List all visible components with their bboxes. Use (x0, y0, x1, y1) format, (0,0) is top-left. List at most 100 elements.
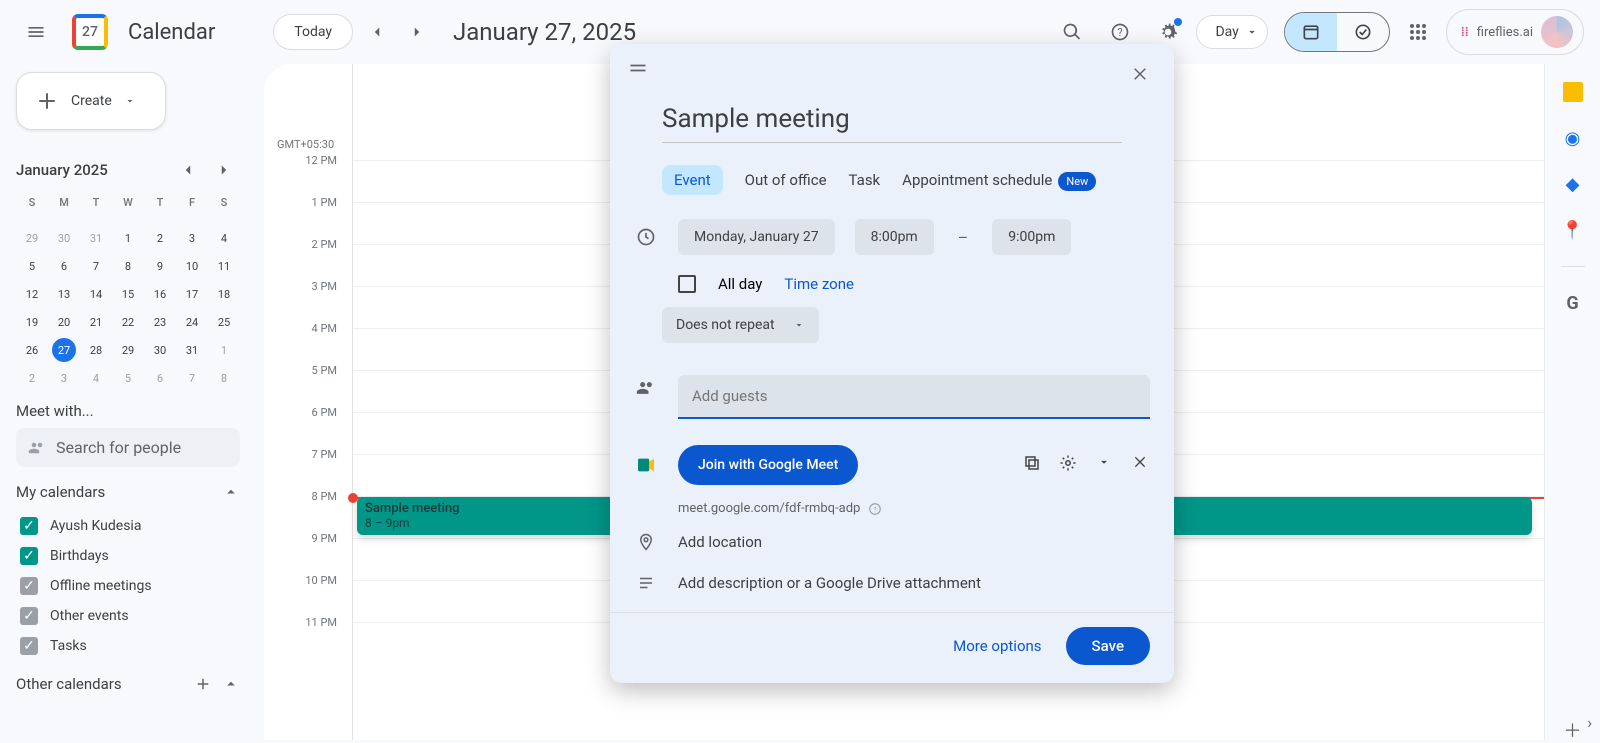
mini-day[interactable]: 27 (52, 338, 76, 362)
mini-day[interactable]: 8 (212, 366, 236, 390)
mini-day[interactable]: 10 (180, 254, 204, 278)
mini-day[interactable]: 5 (116, 366, 140, 390)
add-panel-icon[interactable]: ＋ (1563, 720, 1583, 740)
hide-panel-icon[interactable]: › (1587, 713, 1592, 732)
add-description[interactable]: Add description or a Google Drive attach… (678, 574, 981, 592)
fireflies-extension-button[interactable]: ⁞⁞ fireflies.ai (1446, 9, 1584, 55)
join-meet-button[interactable]: Join with Google Meet (678, 445, 858, 485)
mini-day[interactable]: 7 (180, 366, 204, 390)
calendar-checkbox[interactable]: ✓ (20, 607, 38, 625)
mini-day[interactable]: 25 (212, 310, 236, 334)
mini-day[interactable]: 6 (52, 254, 76, 278)
mini-day[interactable]: 15 (116, 282, 140, 306)
mini-day[interactable]: 8 (116, 254, 140, 278)
view-dropdown[interactable]: Day (1196, 15, 1267, 49)
mini-day[interactable]: 30 (148, 338, 172, 362)
mini-day[interactable]: 29 (116, 338, 140, 362)
mini-day[interactable]: 4 (84, 366, 108, 390)
tab-out-of-office[interactable]: Out of office (745, 171, 827, 189)
close-popup-icon[interactable] (1124, 58, 1156, 90)
event-title-input[interactable] (662, 100, 1122, 143)
mini-day[interactable]: 5 (20, 254, 44, 278)
date-chip[interactable]: Monday, January 27 (678, 219, 835, 255)
create-button[interactable]: Create (16, 72, 166, 130)
add-calendar-icon[interactable] (194, 675, 212, 693)
repeat-dropdown[interactable]: Does not repeat (662, 307, 819, 343)
mini-day[interactable]: 29 (20, 226, 44, 250)
mini-day[interactable]: 4 (212, 226, 236, 250)
contacts-icon[interactable]: ◆ (1563, 174, 1583, 194)
guests-input[interactable] (678, 375, 1150, 419)
save-button[interactable]: Save (1066, 627, 1150, 665)
tab-appointment[interactable]: Appointment scheduleNew (902, 171, 1096, 189)
add-location[interactable]: Add location (678, 533, 762, 551)
mini-day[interactable]: 3 (52, 366, 76, 390)
keep-icon[interactable] (1563, 82, 1583, 102)
calendar-view-toggle[interactable] (1285, 13, 1337, 51)
mini-day[interactable]: 21 (84, 310, 108, 334)
mini-day[interactable]: 2 (20, 366, 44, 390)
drag-handle-icon[interactable] (628, 58, 652, 82)
copy-meet-icon[interactable] (1022, 454, 1042, 476)
mini-day[interactable]: 31 (180, 338, 204, 362)
all-day-checkbox[interactable] (678, 275, 696, 293)
mini-day[interactable]: 22 (116, 310, 140, 334)
tasks-view-toggle[interactable] (1337, 13, 1389, 51)
calendar-item[interactable]: ✓Offline meetings (16, 571, 240, 601)
mini-day[interactable]: 19 (20, 310, 44, 334)
tab-event[interactable]: Event (662, 165, 723, 195)
mini-day[interactable]: 3 (180, 226, 204, 250)
mini-prev-month[interactable] (172, 154, 204, 186)
mini-day[interactable]: 24 (180, 310, 204, 334)
calendar-item[interactable]: ✓Ayush Kudesia (16, 511, 240, 541)
mini-day[interactable]: 16 (148, 282, 172, 306)
mini-day[interactable]: 1 (116, 226, 140, 250)
mini-day[interactable]: 30 (52, 226, 76, 250)
google-apps-icon[interactable] (1398, 12, 1438, 52)
mini-day[interactable]: 9 (148, 254, 172, 278)
meet-dropdown-icon[interactable] (1094, 454, 1114, 476)
other-calendars-header[interactable]: Other calendars (16, 675, 240, 693)
more-options-link[interactable]: More options (953, 637, 1041, 655)
next-day-button[interactable] (401, 16, 433, 48)
prev-day-button[interactable] (361, 16, 393, 48)
mini-day[interactable]: 26 (20, 338, 44, 362)
meet-settings-icon[interactable] (1058, 454, 1078, 476)
mini-next-month[interactable] (208, 154, 240, 186)
calendar-checkbox[interactable]: ✓ (20, 637, 38, 655)
calendar-item[interactable]: ✓Birthdays (16, 541, 240, 571)
mini-day[interactable]: 11 (212, 254, 236, 278)
mini-day[interactable]: 6 (148, 366, 172, 390)
mini-day[interactable]: 7 (84, 254, 108, 278)
calendar-item[interactable]: ✓Other events (16, 601, 240, 631)
mini-day[interactable]: 28 (84, 338, 108, 362)
mini-day[interactable]: 20 (52, 310, 76, 334)
remove-meet-icon[interactable] (1130, 454, 1150, 476)
tasks-panel-icon[interactable]: ◉ (1563, 128, 1583, 148)
tab-task[interactable]: Task (849, 171, 881, 189)
mini-day[interactable]: 23 (148, 310, 172, 334)
mini-day[interactable]: 31 (84, 226, 108, 250)
calendar-checkbox[interactable]: ✓ (20, 517, 38, 535)
start-time-chip[interactable]: 8:00pm (855, 219, 934, 255)
addon-icon[interactable]: G (1563, 293, 1583, 313)
mini-day[interactable]: 13 (52, 282, 76, 306)
mini-day[interactable]: 18 (212, 282, 236, 306)
mini-day[interactable]: 12 (20, 282, 44, 306)
avatar[interactable] (1541, 16, 1573, 48)
today-button[interactable]: Today (273, 14, 353, 50)
mini-day[interactable]: 14 (84, 282, 108, 306)
meet-help-icon[interactable]: ? (868, 502, 882, 516)
end-time-chip[interactable]: 9:00pm (992, 219, 1071, 255)
calendar-item[interactable]: ✓Tasks (16, 631, 240, 661)
mini-day[interactable]: 1 (212, 338, 236, 362)
people-search[interactable]: Search for people (16, 428, 240, 467)
my-calendars-header[interactable]: My calendars (16, 483, 240, 501)
calendar-checkbox[interactable]: ✓ (20, 547, 38, 565)
calendar-checkbox[interactable]: ✓ (20, 577, 38, 595)
main-menu-icon[interactable] (16, 12, 56, 52)
mini-day[interactable]: 17 (180, 282, 204, 306)
mini-day[interactable]: 2 (148, 226, 172, 250)
timezone-link[interactable]: Time zone (784, 275, 854, 293)
maps-icon[interactable]: 📍 (1563, 220, 1583, 240)
